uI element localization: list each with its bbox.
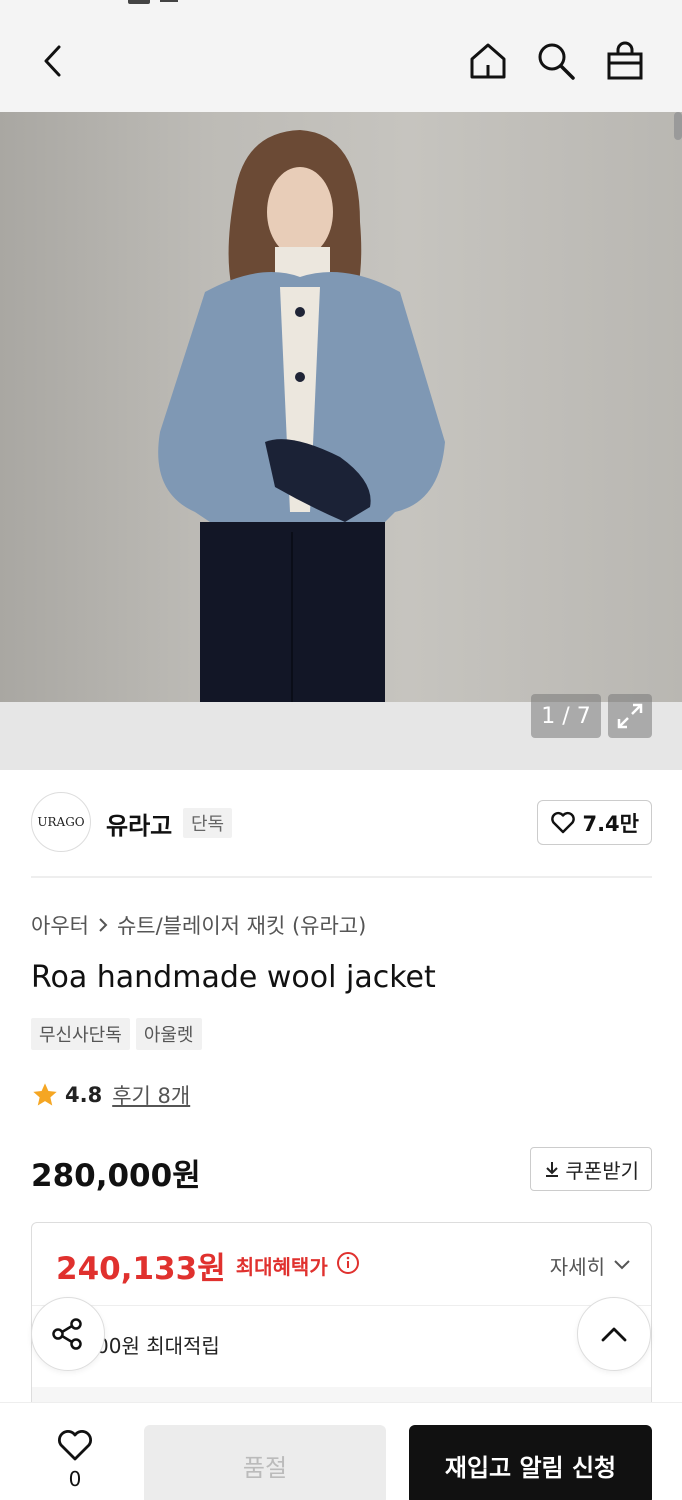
image-counter: 1 / 7 [531, 694, 601, 738]
star-icon [33, 1083, 57, 1106]
breadcrumb-category[interactable]: 아우터 [31, 910, 89, 940]
detail-toggle[interactable]: 자세히 [550, 1251, 631, 1280]
breadcrumb: 아우터 슈트/블레이저 재킷 (유라고) [31, 910, 366, 940]
divider [31, 876, 652, 878]
heart-icon [58, 1430, 92, 1461]
scroll-top-button[interactable] [577, 1297, 651, 1371]
wishlist-count: 0 [68, 1467, 82, 1491]
status-indicator [128, 0, 150, 4]
rating-row: 4.8 후기 8개 [31, 1080, 190, 1110]
info-icon[interactable] [336, 1251, 360, 1279]
product-photo[interactable] [0, 112, 682, 702]
rating-score: 4.8 [65, 1083, 103, 1107]
product-price: 280,000원 [31, 1158, 201, 1194]
heart-icon [551, 811, 576, 833]
restock-alert-button[interactable]: 재입고 알림 신청 [409, 1425, 652, 1500]
download-icon [546, 1162, 559, 1177]
share-button[interactable] [31, 1297, 105, 1371]
like-count: 7.4만 [582, 811, 639, 836]
chevron-up-icon [601, 1327, 627, 1342]
product-image-gallery[interactable]: 1 / 7 [0, 112, 682, 770]
search-button[interactable] [535, 40, 577, 82]
product-title: Roa handmade wool jacket [31, 960, 436, 995]
detail-label: 자세히 [549, 1254, 605, 1279]
max-points-text: 00원 최대적립 [96, 1334, 220, 1358]
product-tags: 무신사단독 아울렛 [31, 1018, 202, 1050]
bottom-action-bar: 0 품절 재입고 알림 신청 [0, 1402, 682, 1500]
home-icon [470, 43, 506, 79]
home-button[interactable] [467, 40, 509, 82]
back-button[interactable] [32, 40, 74, 82]
shopping-bag-icon [607, 41, 643, 80]
breadcrumb-subcategory[interactable]: 슈트/블레이저 재킷 (유라고) [117, 910, 366, 940]
chevron-down-icon [614, 1260, 630, 1270]
top-navigation [0, 10, 682, 112]
search-icon [538, 43, 575, 80]
brand-row: URAGO 유라고 단독 7.4만 [31, 792, 652, 854]
benefit-price-row: 240,133원 최대혜택가 자세히 [56, 1243, 631, 1287]
divider [32, 1305, 651, 1306]
expand-icon [617, 703, 643, 729]
coupon-label: 쿠폰받기 [565, 1158, 639, 1183]
status-indicator-outline [160, 0, 178, 2]
status-bar [0, 0, 682, 10]
expand-button[interactable] [608, 694, 652, 738]
chevron-left-icon [44, 45, 61, 77]
tag-outlet: 아울렛 [135, 1018, 202, 1050]
benefit-box: 240,133원 최대혜택가 자세히 00원 최대적립 [31, 1222, 652, 1423]
share-icon [52, 1318, 82, 1350]
cart-button[interactable] [604, 40, 646, 82]
exclusive-badge: 단독 [183, 808, 233, 838]
brand-like-button[interactable]: 7.4만 [537, 800, 652, 845]
coupon-button[interactable]: 쿠폰받기 [530, 1147, 652, 1191]
page-scrollbar[interactable] [674, 112, 682, 140]
soldout-button[interactable]: 품절 [144, 1425, 386, 1500]
reviews-link[interactable]: 후기 8개 [112, 1080, 190, 1110]
wishlist-button[interactable]: 0 [45, 1429, 105, 1491]
model-illustration [158, 130, 445, 702]
tag-musinsa-exclusive: 무신사단독 [31, 1018, 130, 1050]
max-benefit-price: 240,133원 [56, 1250, 226, 1287]
max-benefit-label: 최대혜택가 [235, 1254, 328, 1279]
brand-logo[interactable]: URAGO [31, 792, 91, 852]
brand-name[interactable]: 유라고 [106, 806, 172, 841]
chevron-right-icon [99, 918, 108, 932]
